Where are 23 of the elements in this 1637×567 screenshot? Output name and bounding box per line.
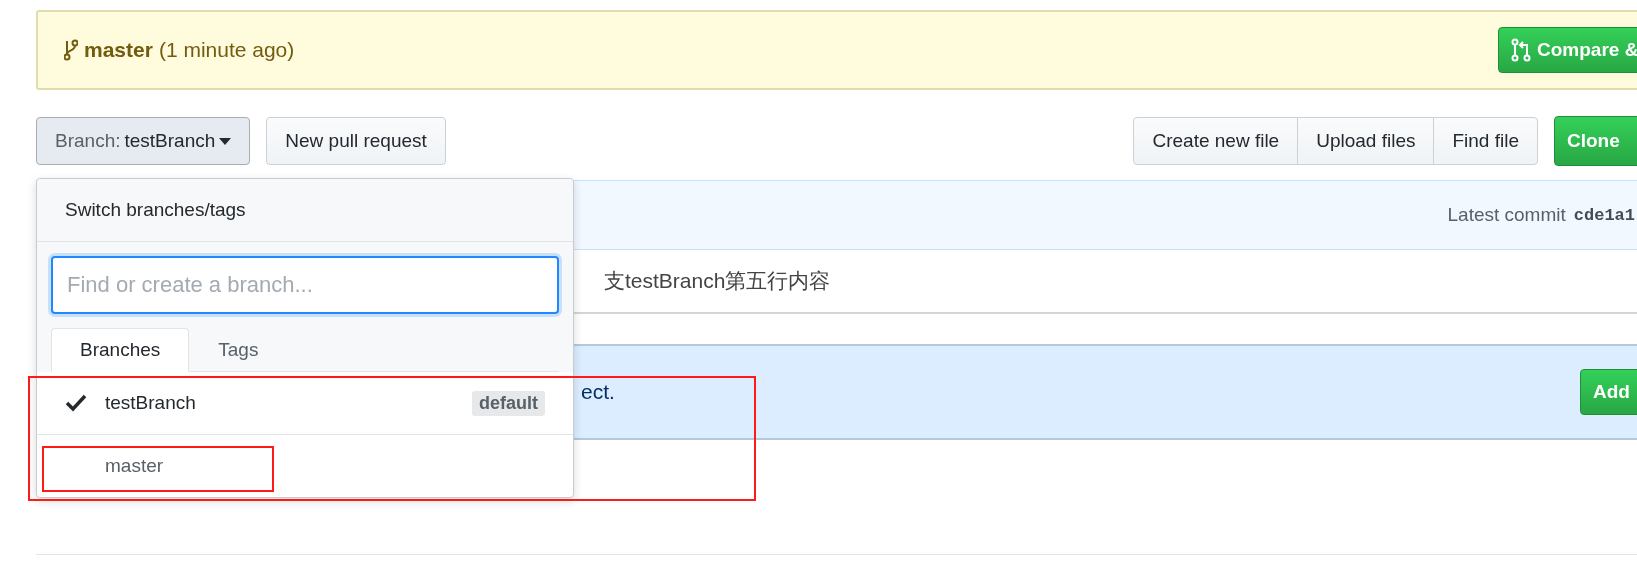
notice-text: ect. [581, 380, 615, 404]
commit-sha[interactable]: cde1a1 [1573, 205, 1635, 225]
branch-item[interactable]: testBranch default [37, 372, 573, 435]
commit-message: 支testBranch第五行内容 [604, 268, 831, 294]
menu-tab[interactable]: Tags [189, 328, 288, 372]
caret-icon [219, 137, 232, 145]
branch-item-name: testBranch [105, 392, 196, 414]
menu-tab[interactable]: Branches [51, 328, 190, 372]
file-action-button[interactable]: Upload files [1297, 117, 1435, 165]
push-time: (1 minute ago) [158, 38, 295, 62]
branch-select-button[interactable]: Branch: testBranch [36, 117, 251, 165]
menu-title: Switch branches/tags [65, 199, 246, 221]
new-pull-request-button[interactable]: New pull request [266, 117, 446, 165]
default-badge: default [472, 390, 545, 416]
branch-item[interactable]: master [37, 435, 573, 497]
branch-name[interactable]: master [84, 38, 153, 62]
file-action-button[interactable]: Create new file [1133, 117, 1299, 165]
branch-filter-field[interactable]: Find or create a branch... [51, 256, 559, 314]
branch-icon [64, 39, 78, 61]
file-action-button[interactable]: Find file [1433, 117, 1538, 165]
pull-request-icon [1511, 38, 1531, 62]
branch-item-name: master [105, 455, 164, 477]
latest-commit-label: Latest commit [1447, 204, 1566, 226]
